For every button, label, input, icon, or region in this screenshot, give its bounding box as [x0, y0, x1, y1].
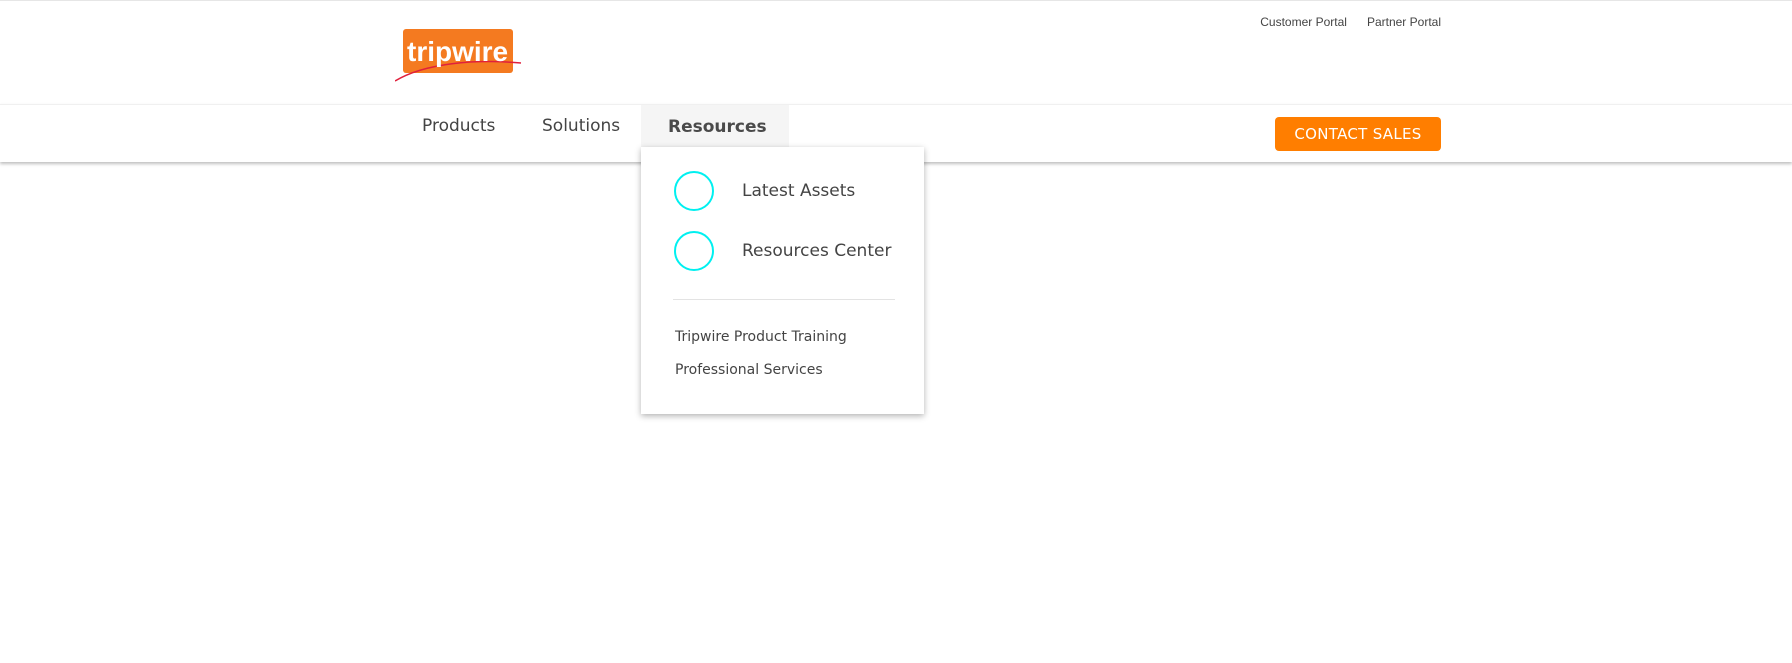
resources-center-label: Resources Center [742, 241, 892, 261]
top-header: tripwire Customer Portal Partner Portal [0, 0, 1792, 104]
professional-services-link[interactable]: Professional Services [675, 362, 823, 378]
ring-icon [674, 231, 714, 271]
contact-sales-button[interactable]: CONTACT SALES [1275, 117, 1441, 151]
latest-assets-label: Latest Assets [742, 181, 856, 201]
nav-resources[interactable]: Resources [641, 105, 789, 148]
latest-assets-item[interactable]: Latest Assets [674, 171, 855, 211]
tripwire-logo[interactable]: tripwire [394, 27, 523, 83]
logo-wordmark: tripwire [407, 36, 508, 67]
tripwire-logo-icon: tripwire [394, 29, 522, 82]
nav-products[interactable]: Products [422, 105, 495, 147]
nav-solutions[interactable]: Solutions [542, 105, 620, 147]
dropdown-divider [673, 299, 895, 300]
resources-center-item[interactable]: Resources Center [674, 231, 891, 271]
resources-dropdown: Latest Assets Resources Center Tripwire … [641, 147, 924, 414]
ring-icon [674, 171, 714, 211]
product-training-link[interactable]: Tripwire Product Training [675, 329, 847, 345]
utility-links: Customer Portal Partner Portal [1260, 15, 1441, 29]
partner-portal-link[interactable]: Partner Portal [1367, 15, 1441, 29]
customer-portal-link[interactable]: Customer Portal [1260, 15, 1347, 29]
